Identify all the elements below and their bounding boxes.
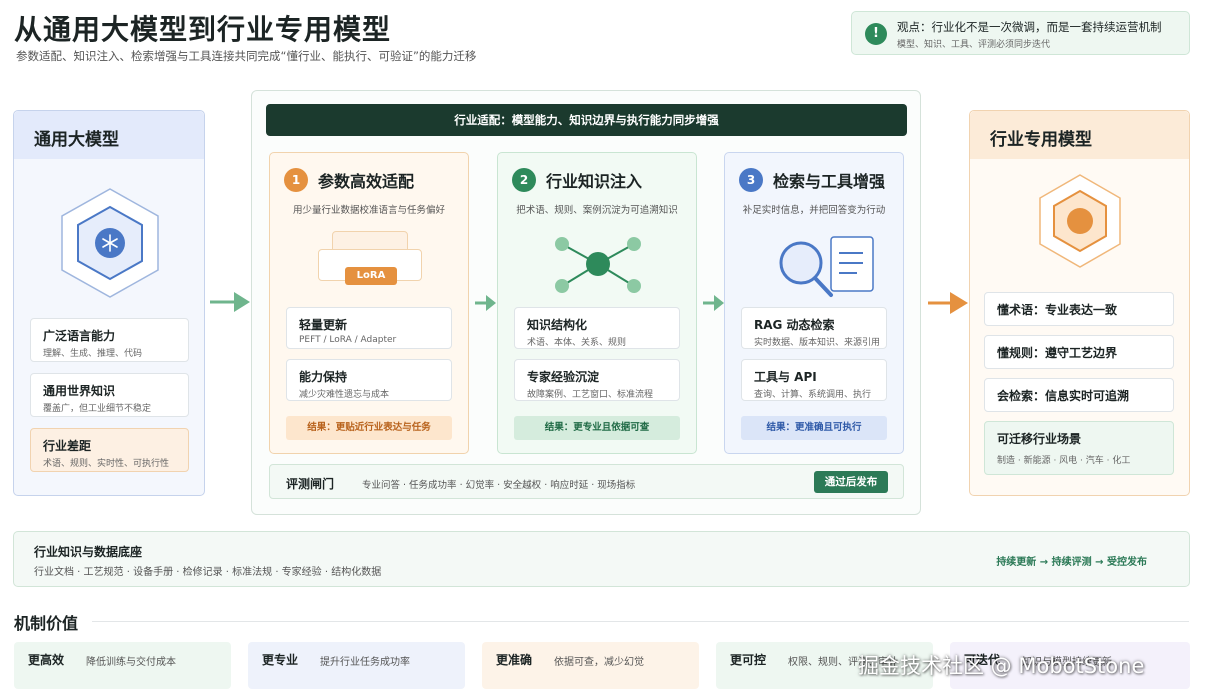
- mechanism-card-efficient: 更高效 降低训练与交付成本: [14, 642, 231, 689]
- column-desc: 补足实时信息，并把回答变为行动: [742, 205, 886, 216]
- arrow-right-icon: [475, 295, 496, 311]
- industry-model-panel: 行业专用模型 懂术语：专业表达一致 懂规则：遵守工艺边界 会检索：信息实时可追溯…: [969, 110, 1190, 496]
- step-number-3: 3: [739, 168, 763, 192]
- knowledge-graph-icon: [555, 237, 641, 293]
- page-title: 从通用大模型到行业专用模型: [14, 13, 392, 46]
- gate-title: 评测闸门: [286, 477, 335, 491]
- adaptation-banner: 行业适配：模型能力、知识边界与执行能力同步增强: [266, 104, 907, 136]
- card-expert-experience: 专家经验沉淀 故障案例、工艺窗口、标准流程: [514, 359, 680, 401]
- search-document-icon: [779, 236, 874, 297]
- card-light-update: 轻量更新 PEFT / LoRA / Adapter: [286, 307, 452, 349]
- column-retrieval-tools: 3 检索与工具增强 补足实时信息，并把回答变为行动 RAG 动态检索 实时数据、…: [724, 152, 904, 454]
- base-items: 行业文档 · 工艺规范 · 设备手册 · 检修记录 · 标准法规 · 专家经验 …: [34, 567, 382, 578]
- result-label: 结果：更专业且依据可查: [514, 416, 680, 440]
- knowledge-data-base: 行业知识与数据底座 行业文档 · 工艺规范 · 设备手册 · 检修记录 · 标准…: [13, 531, 1190, 587]
- base-flow: 持续更新 → 持续评测 → 受控发布: [996, 557, 1147, 568]
- general-model-title: 通用大模型: [14, 111, 204, 159]
- column-knowledge: 2 行业知识注入 把术语、规则、案例沉淀为可追溯知识 知识结构化 术语、本体、关…: [497, 152, 697, 454]
- industry-model-title: 行业专用模型: [970, 111, 1189, 159]
- base-title: 行业知识与数据底座: [34, 545, 143, 559]
- step-number-1: 1: [284, 168, 308, 192]
- card-rag: RAG 动态检索 实时数据、版本知识、来源引用: [741, 307, 887, 349]
- lora-badge: LoRA: [345, 267, 397, 285]
- mechanism-card-professional: 更专业 提升行业任务成功率: [248, 642, 465, 689]
- card-knowledge-structure: 知识结构化 术语、本体、关系、规则: [514, 307, 680, 349]
- industry-card-retrieval: 会检索：信息实时可追溯: [984, 378, 1174, 412]
- column-desc: 把术语、规则、案例沉淀为可追溯知识: [516, 205, 678, 216]
- evaluation-gate: 评测闸门 专业问答 · 任务成功率 · 幻觉率 · 安全越权 · 响应时延 · …: [269, 464, 904, 499]
- page-subtitle: 参数适配、知识注入、检索增强与工具连接共同完成“懂行业、能执行、可验证”的能力迁…: [16, 49, 477, 63]
- arrow-right-icon: [703, 295, 724, 311]
- industry-card-rules: 懂规则：遵守工艺边界: [984, 335, 1174, 369]
- general-model-panel: 通用大模型 广泛语言能力 理解、生成、推理、代码 通用世界知识 覆盖广，但工业细…: [13, 110, 205, 496]
- exclamation-icon: !: [865, 23, 887, 45]
- step-number-2: 2: [512, 168, 536, 192]
- column-peft: 1 参数高效适配 用少量行业数据校准语言与任务偏好 LoRA 轻量更新 PEFT…: [269, 152, 469, 454]
- divider: [92, 621, 1189, 622]
- arrow-right-icon: [210, 292, 250, 312]
- general-card-gap: 行业差距 术语、规则、实时性、可执行性: [30, 428, 189, 472]
- column-title: 行业知识注入: [546, 172, 643, 191]
- industry-model-hex-icon: [1039, 174, 1121, 268]
- result-label: 结果：更准确且可执行: [741, 416, 887, 440]
- card-ability-keep: 能力保持 减少灾难性遗忘与成本: [286, 359, 452, 401]
- general-card-language: 广泛语言能力 理解、生成、推理、代码: [30, 318, 189, 362]
- industry-card-terms: 懂术语：专业表达一致: [984, 292, 1174, 326]
- column-title: 检索与工具增强: [773, 172, 886, 191]
- viewpoint-subtitle: 模型、知识、工具、评测必须同步迭代: [897, 40, 1051, 50]
- card-tools-api: 工具与 API 查询、计算、系统调用、执行: [741, 359, 887, 401]
- mechanism-card-accurate: 更准确 依据可查，减少幻觉: [482, 642, 699, 689]
- lora-stack-icon: LoRA: [318, 231, 422, 285]
- result-label: 结果：更贴近行业表达与任务: [286, 416, 452, 440]
- general-model-hex-icon: [61, 188, 159, 298]
- gate-metrics: 专业问答 · 任务成功率 · 幻觉率 · 安全越权 · 响应时延 · 现场指标: [362, 480, 636, 491]
- arrow-right-icon: [928, 292, 968, 314]
- column-desc: 用少量行业数据校准语言与任务偏好: [292, 205, 445, 216]
- general-card-knowledge: 通用世界知识 覆盖广，但工业细节不稳定: [30, 373, 189, 417]
- release-button[interactable]: 通过后发布: [814, 471, 888, 493]
- viewpoint-callout: ! 观点：行业化不是一次微调，而是一套持续运营机制 模型、知识、工具、评测必须同…: [851, 11, 1190, 55]
- watermark: 掘金技术社区 @ MobotStone: [858, 654, 1145, 678]
- mechanism-title: 机制价值: [14, 614, 79, 633]
- column-title: 参数高效适配: [318, 172, 415, 191]
- industry-card-scenarios: 可迁移行业场景 制造 · 新能源 · 风电 · 汽车 · 化工: [984, 421, 1174, 475]
- viewpoint-title: 观点：行业化不是一次微调，而是一套持续运营机制: [897, 20, 1162, 34]
